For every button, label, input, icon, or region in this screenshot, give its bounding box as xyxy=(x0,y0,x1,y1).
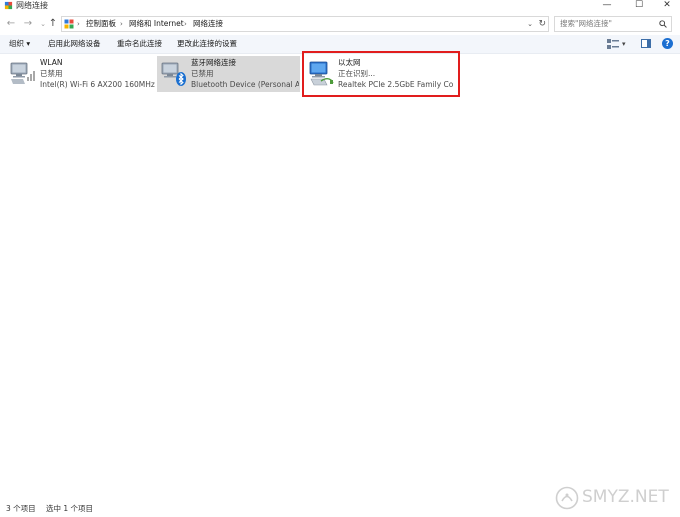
navigation-bar: ← → ⌄ ↑ › 控制面板 › 网络和 Internet › 网络连接 ⌄ ↻… xyxy=(0,13,680,35)
selected-count: 选中 1 个项目 xyxy=(46,504,94,513)
title-bar: 网络连接 — ☐ ✕ xyxy=(0,0,680,12)
control-panel-icon xyxy=(64,19,74,29)
rename-connection-button[interactable]: 重命名此连接 xyxy=(117,38,162,50)
window-title: 网络连接 xyxy=(16,1,48,10)
breadcrumb-separator[interactable]: › xyxy=(184,19,187,29)
wifi-adapter-icon xyxy=(10,62,35,84)
search-icon[interactable] xyxy=(659,20,667,28)
up-button[interactable]: ↑ xyxy=(47,18,59,30)
network-connections-icon xyxy=(4,1,13,10)
connection-status: 已禁用 xyxy=(191,69,214,78)
refresh-button[interactable]: ↻ xyxy=(538,18,546,30)
change-settings-button[interactable]: 更改此连接的设置 xyxy=(177,38,237,50)
enable-device-button[interactable]: 启用此网络设备 xyxy=(48,38,101,50)
minimize-button[interactable]: — xyxy=(592,0,622,12)
close-button[interactable]: ✕ xyxy=(652,0,680,12)
item-count: 3 个项目 xyxy=(6,504,36,513)
watermark: SMYZ.NET xyxy=(553,484,671,512)
preview-pane-icon[interactable] xyxy=(641,39,651,48)
breadcrumb-network-connections[interactable]: 网络连接 xyxy=(193,19,223,29)
view-options-icon[interactable] xyxy=(607,39,619,49)
connection-name: WLAN xyxy=(40,58,63,67)
connection-item-bluetooth[interactable]: 蓝牙网络连接 已禁用 Bluetooth Device (Personal Ar… xyxy=(157,56,300,92)
highlight-annotation-box xyxy=(302,51,460,97)
connection-name: 蓝牙网络连接 xyxy=(191,58,236,67)
breadcrumb-separator[interactable]: › xyxy=(77,19,80,29)
connection-device: Bluetooth Device (Personal Ar... xyxy=(191,80,299,89)
maximize-button[interactable]: ☐ xyxy=(624,0,654,12)
breadcrumb-control-panel[interactable]: 控制面板 xyxy=(86,19,116,29)
connection-status: 已禁用 xyxy=(40,69,63,78)
breadcrumb-separator[interactable]: › xyxy=(120,19,123,29)
connection-device: Intel(R) Wi-Fi 6 AX200 160MHz xyxy=(40,80,155,89)
search-box[interactable]: 搜索"网络连接" xyxy=(554,16,672,32)
help-icon[interactable]: ? xyxy=(662,38,673,49)
bluetooth-adapter-icon xyxy=(161,62,186,86)
view-dropdown-button[interactable]: ▾ xyxy=(622,38,626,50)
breadcrumb-network-internet[interactable]: 网络和 Internet xyxy=(129,19,184,29)
search-input[interactable]: 搜索"网络连接" xyxy=(560,19,612,29)
address-dropdown-button[interactable]: ⌄ xyxy=(527,19,533,29)
watermark-text: SMYZ.NET xyxy=(582,487,669,507)
address-bar[interactable]: › 控制面板 › 网络和 Internet › 网络连接 ⌄ ↻ xyxy=(61,16,549,32)
watermark-logo-icon xyxy=(555,486,579,510)
organize-menu-button[interactable]: 组织 ▾ xyxy=(9,38,30,50)
forward-button[interactable]: → xyxy=(22,18,34,30)
connection-item-wlan[interactable]: WLAN 已禁用 Intel(R) Wi-Fi 6 AX200 160MHz xyxy=(6,56,155,92)
back-button[interactable]: ← xyxy=(5,18,17,30)
